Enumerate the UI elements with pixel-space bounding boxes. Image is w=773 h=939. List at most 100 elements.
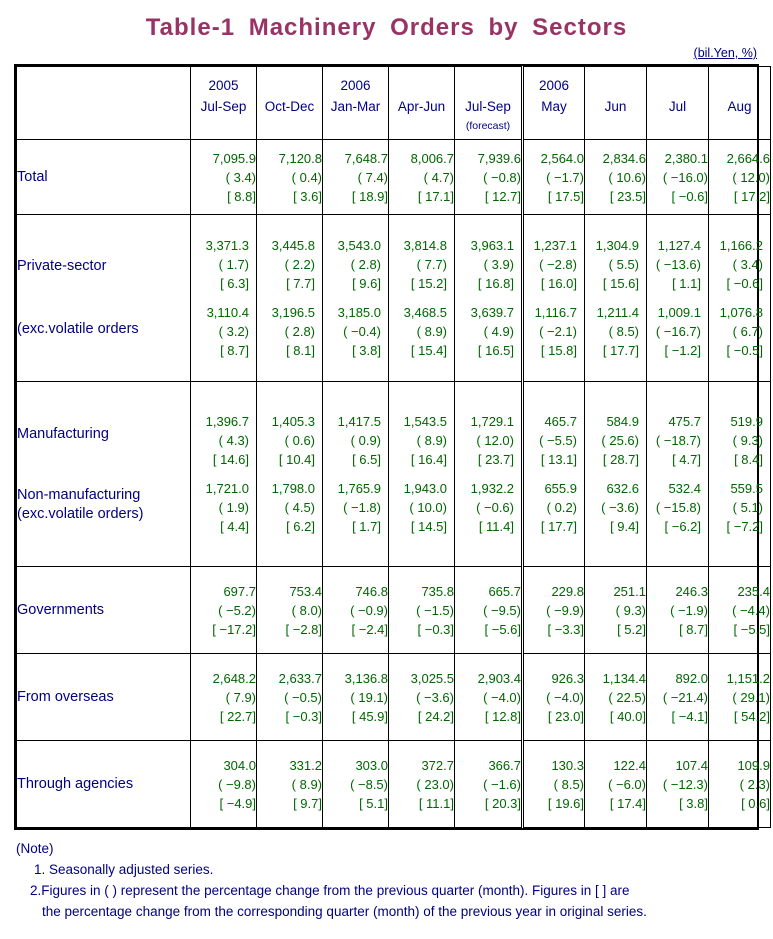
header-note xyxy=(257,117,322,135)
value-group: 892.0 ( −21.4) [ −4.1] xyxy=(647,669,708,726)
value-yoy-change: [ 15.4] xyxy=(410,343,447,358)
value-yoy-change: [ 54.2] xyxy=(733,708,770,724)
value-group: 1,151.2 ( 29.1) [ 54.2] xyxy=(709,669,770,726)
value-group: 1,396.7 ( 4.3) [ 14.6] xyxy=(191,412,249,469)
value-level: 532.4 xyxy=(668,481,701,496)
data-cell: 331.2 ( 8.9) [ 9.7] xyxy=(256,740,323,828)
row-label-line: (exc.volatile orders xyxy=(17,321,139,337)
value-group: 2,903.4 ( −4.0) [ 12.8] xyxy=(455,669,521,726)
header-note: (forecast) xyxy=(465,119,511,132)
value-qoq-change: ( −0.5) xyxy=(284,689,322,705)
value-level: 3,025.5 xyxy=(410,670,454,686)
value-level: 1,943.0 xyxy=(403,481,447,496)
value-qoq-change: ( −9.8) xyxy=(218,776,256,792)
value-qoq-change: ( 4.3) xyxy=(218,433,249,448)
value-level: 7,939.6 xyxy=(477,150,521,166)
data-cell: 2,834.6 ( 10.6) [ 23.5] xyxy=(584,139,647,215)
data-cell: 1,134.4 ( 22.5) [ 40.0] xyxy=(584,653,647,741)
data-cell: 2,664.6 ( 12.0) [ 17.2] xyxy=(708,139,771,215)
unit-caption-row: (bil.Yen, %) xyxy=(0,44,773,64)
value-group: 735.8 ( −1.5) [ −0.3] xyxy=(389,582,454,639)
value-qoq-change: ( −1.7) xyxy=(546,169,584,185)
table-row: Through agencies 304.0( −9.8)[ −4.9] 331.2… xyxy=(16,740,771,828)
value-qoq-change: ( 1.9) xyxy=(218,500,249,515)
value-level: 1,405.3 xyxy=(271,414,315,429)
data-cell: 3,136.8 ( 19.1) [ 45.9] xyxy=(322,653,389,741)
value-qoq-change: ( 3.9) xyxy=(483,257,514,272)
header-col-2006-jul-sep-forecast: Jul-Sep (forecast) xyxy=(454,66,523,140)
header-note xyxy=(323,117,388,135)
value-qoq-change: ( 12.0) xyxy=(732,169,770,185)
series-spacer xyxy=(455,293,514,303)
data-cell: 2,903.4 ( −4.0) [ 12.8] xyxy=(454,653,523,741)
value-group: 519.9 ( 9.3) [ 8.4] xyxy=(709,412,763,469)
value-level: 1,076.8 xyxy=(719,305,763,320)
value-qoq-change: ( 1.7) xyxy=(218,257,249,272)
value-qoq-change: ( −9.9) xyxy=(546,602,584,618)
value-group: 7,120.8 ( 0.4) [ 3.6] xyxy=(257,149,322,206)
data-cell: 130.3 ( 8.5) [ 19.6] xyxy=(521,740,585,828)
series-spacer xyxy=(709,293,763,303)
value-yoy-change: [ 15.6] xyxy=(602,276,639,291)
header-period: Jun xyxy=(604,98,627,114)
value-group: 7,648.7 ( 7.4) [ 18.9] xyxy=(323,149,388,206)
value-qoq-change: ( −3.6) xyxy=(416,689,454,705)
machinery-orders-table: 2005 Jul-Sep Oct-Dec 2006 Jan-Mar Apr-Ju… xyxy=(16,66,771,828)
value-level: 246.3 xyxy=(675,583,708,599)
value-qoq-change: ( 19.1) xyxy=(350,689,388,705)
value-level: 584.9 xyxy=(606,414,639,429)
header-year xyxy=(647,72,708,97)
header-year xyxy=(389,72,454,97)
value-group: 1,543.5 ( 8.9) [ 16.4] xyxy=(389,412,447,469)
value-yoy-change: [ 11.4] xyxy=(478,519,514,534)
data-cell: 1,166.2 ( 3.4) [ −0.6] 1,076.8 ( 6.7) [ −0.5] xyxy=(708,214,771,382)
table-row: Total 7,095.9 ( 3.4) [ 8.8] 7,120.8 ( 0.4) [ 3… xyxy=(16,139,771,215)
value-yoy-change: [ 15.8] xyxy=(540,343,577,358)
data-cell: 251.1 ( 9.3) [ 5.2] xyxy=(584,566,647,654)
data-cell: 372.7 ( 23.0) [ 11.1] xyxy=(388,740,455,828)
row-label-line: Non-manufacturing xyxy=(17,486,141,503)
value-yoy-change: [ 1.7] xyxy=(352,519,381,534)
value-yoy-change: [ 8.4] xyxy=(734,452,763,467)
value-qoq-change: ( 3.2) xyxy=(218,324,249,339)
data-cell: 7,939.6 ( −0.8) [ 12.7] xyxy=(454,139,523,215)
value-group: 229.8 ( −9.9) [ −3.3] xyxy=(524,582,584,639)
value-level: 372.7 xyxy=(421,757,454,773)
data-cell: 7,648.7 ( 7.4) [ 18.9] xyxy=(322,139,389,215)
value-yoy-change: [ −7.2] xyxy=(726,519,764,534)
value-group: 3,185.0 ( −0.4) [ 3.8] xyxy=(323,303,381,360)
value-qoq-change: ( −1.5) xyxy=(416,602,454,618)
value-group: 1,116.7 ( −2.1) [ 15.8] xyxy=(524,303,577,360)
value-level: 107.4 xyxy=(675,757,708,773)
value-level: 251.1 xyxy=(613,583,646,599)
value-qoq-change: ( −9.5) xyxy=(483,602,521,618)
value-level: 2,633.7 xyxy=(278,670,322,686)
data-cell: 109.9 ( 2.3) [ 0.6] xyxy=(708,740,771,828)
value-qoq-change: ( 4.7) xyxy=(423,169,454,185)
value-group: 331.2 ( 8.9) [ 9.7] xyxy=(257,756,322,813)
value-yoy-change: [ 5.2] xyxy=(617,621,646,637)
value-qoq-change: ( 0.6) xyxy=(284,433,315,448)
value-group: 130.3 ( 8.5) [ 19.6] xyxy=(524,756,584,813)
value-qoq-change: ( 23.0) xyxy=(416,776,454,792)
header-period: Apr-Jun xyxy=(397,98,446,114)
value-level: 331.2 xyxy=(289,757,322,773)
value-level: 1,721.0 xyxy=(205,481,249,496)
value-qoq-change: ( −13.6) xyxy=(655,257,701,272)
value-yoy-change: [ 40.0] xyxy=(609,708,646,724)
value-level: 2,564.0 xyxy=(540,150,584,166)
value-qoq-change: ( −5.5) xyxy=(539,433,577,448)
value-yoy-change: [ 3.8] xyxy=(679,795,708,811)
value-level: 7,120.8 xyxy=(278,150,322,166)
value-level: 235.4 xyxy=(737,583,770,599)
series-spacer xyxy=(257,469,315,479)
value-level: 3,543.0 xyxy=(337,238,381,253)
value-yoy-change: [ 16.4] xyxy=(410,452,447,467)
value-yoy-change: [ 28.7] xyxy=(602,452,639,467)
value-yoy-change: [ 23.5] xyxy=(609,188,646,204)
data-cell: 746.8 ( −0.9) [ −2.4] xyxy=(322,566,389,654)
value-qoq-change: ( −5.2) xyxy=(218,602,256,618)
value-qoq-change: ( 7.9) xyxy=(225,689,256,705)
header-note xyxy=(647,117,708,135)
value-group: 1,932.2 ( −0.6) [ 11.4] xyxy=(455,479,514,536)
